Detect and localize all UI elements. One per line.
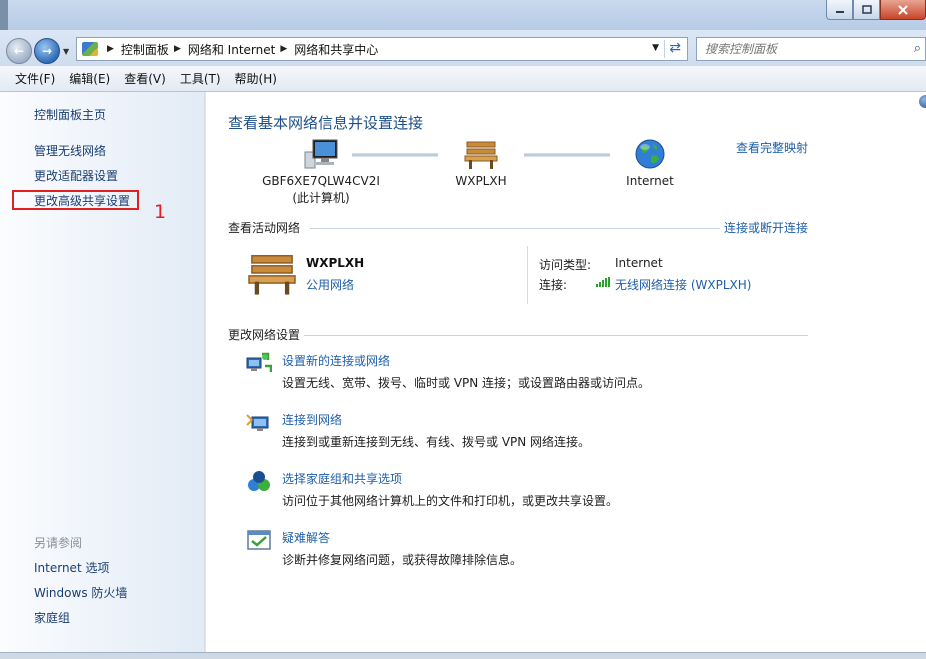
close-button[interactable] [880,0,926,20]
globe-icon [635,139,665,169]
control-panel-icon [82,42,98,56]
recent-pages-dropdown[interactable]: ▼ [63,47,69,56]
computer-note: (此计算机) [292,191,350,205]
new-connection-icon [246,352,272,372]
task-description: 访问位于其他网络计算机上的文件和打印机，或更改共享设置。 [282,494,619,508]
windows-firewall-link[interactable]: Windows 防火墙 [34,584,127,601]
menu-tools[interactable]: 工具(T) [173,70,228,87]
refresh-icon[interactable]: ⇄ [669,40,681,56]
internet-node-label: Internet [626,174,674,188]
active-network-name: WXPLXH [306,256,365,270]
main-content: 查看基本网络信息并设置连接 查看完整映射 GBF6XE7QLW4CV2I (此计… [206,92,926,659]
breadcrumb-separator-icon[interactable]: ▶ [107,44,114,54]
section-divider [310,228,720,229]
breadcrumb: ▶ 控制面板 ▶ 网络和 Internet ▶ 网络和共享中心 [102,41,378,58]
caption-buttons [826,0,926,20]
connect-disconnect-link[interactable]: 连接或断开连接 [724,219,808,236]
wireless-connection-link[interactable]: 无线网络连接 (WXPLXH) [615,276,751,293]
address-row: ← → ▼ ▶ 控制面板 ▶ 网络和 Internet ▶ 网络和共享中心 ▼ … [0,30,926,66]
bench-icon [464,141,498,169]
map-connection-line [352,153,438,157]
breadcrumb-item[interactable]: 网络和 Internet [188,41,275,58]
back-arrow-icon: ← [13,44,25,58]
window-edge [0,0,8,30]
annotation-number: 1 [154,201,167,223]
task-description: 连接到或重新连接到无线、有线、拨号或 VPN 网络连接。 [282,435,591,449]
change-adapter-link[interactable]: 更改适配器设置 [34,167,118,184]
help-icon[interactable] [919,95,926,108]
task-title[interactable]: 选择家庭组和共享选项 [282,470,402,487]
see-also-heading: 另请参阅 [34,536,83,550]
section-divider [304,335,808,336]
network-node-name: WXPLXH [455,174,507,188]
minimize-button[interactable] [826,0,853,20]
menu-file[interactable]: 文件(F) [8,70,62,87]
bench-icon [248,255,296,295]
menu-edit[interactable]: 编辑(E) [62,70,117,87]
map-network-node[interactable]: WXPLXH [436,138,526,190]
menu-view[interactable]: 查看(V) [117,70,173,87]
breadcrumb-item[interactable]: 网络和共享中心 [294,41,378,58]
task-description: 诊断并修复网络问题，或获得故障排除信息。 [282,553,523,567]
manage-wireless-link[interactable]: 管理无线网络 [34,142,106,159]
task-title[interactable]: 设置新的连接或网络 [282,352,390,369]
minimize-icon [835,10,844,13]
access-type-value: Internet [615,256,663,270]
full-map-link[interactable]: 查看完整映射 [736,139,808,156]
title-bar [0,0,926,30]
change-settings-heading: 更改网络设置 [228,328,301,342]
search-icon[interactable]: ⌕ [914,41,921,56]
map-computer-node[interactable]: GBF6XE7QLW4CV2I (此计算机) [246,138,396,207]
annotation-highlight-box [12,190,139,210]
vertical-divider [527,246,528,304]
maximize-button[interactable] [853,0,880,20]
breadcrumb-separator-icon[interactable]: ▶ [174,44,181,54]
back-button[interactable]: ← [6,38,32,64]
breadcrumb-item[interactable]: 控制面板 [121,41,169,58]
connection-label: 连接: [539,278,568,292]
left-navigation-pane: 控制面板主页 管理无线网络 更改适配器设置 更改高级共享设置 1 另请参阅 In… [0,92,205,659]
computer-name: GBF6XE7QLW4CV2I [262,174,380,188]
page-title: 查看基本网络信息并设置连接 [228,114,424,132]
internet-options-link[interactable]: Internet 选项 [34,559,109,576]
forward-button[interactable]: → [34,38,60,64]
maximize-icon [861,5,872,14]
menu-help[interactable]: 帮助(H) [228,70,284,87]
address-dropdown-icon[interactable]: ▼ [652,43,659,53]
address-bar[interactable]: ▶ 控制面板 ▶ 网络和 Internet ▶ 网络和共享中心 ▼ ⇄ [76,37,688,61]
address-separator [664,40,665,58]
breadcrumb-separator-icon[interactable]: ▶ [280,44,287,54]
search-box[interactable]: ⌕ [696,37,926,61]
forward-arrow-icon: → [41,44,53,58]
computer-icon [304,139,338,169]
window-bottom-edge [0,652,926,659]
task-title[interactable]: 连接到网络 [282,411,342,428]
troubleshoot-icon [247,530,271,550]
control-panel-home-link[interactable]: 控制面板主页 [34,106,106,123]
close-icon [898,4,908,15]
homegroup-icon [248,471,270,491]
menu-bar: 文件(F) 编辑(E) 查看(V) 工具(T) 帮助(H) [0,66,926,92]
map-connection-line [524,153,610,157]
search-input[interactable] [705,42,905,56]
access-type-label: 访问类型: [539,258,592,272]
connect-network-icon [246,414,269,431]
task-description: 设置无线、宽带、拨号、临时或 VPN 连接；或设置路由器或访问点。 [282,376,651,390]
wireless-signal-icon [596,277,612,287]
task-title[interactable]: 疑难解答 [282,529,330,546]
homegroup-link[interactable]: 家庭组 [34,609,70,626]
active-network-heading: 查看活动网络 [228,221,301,235]
network-type-link[interactable]: 公用网络 [306,276,354,293]
map-internet-node[interactable]: Internet [610,138,690,190]
